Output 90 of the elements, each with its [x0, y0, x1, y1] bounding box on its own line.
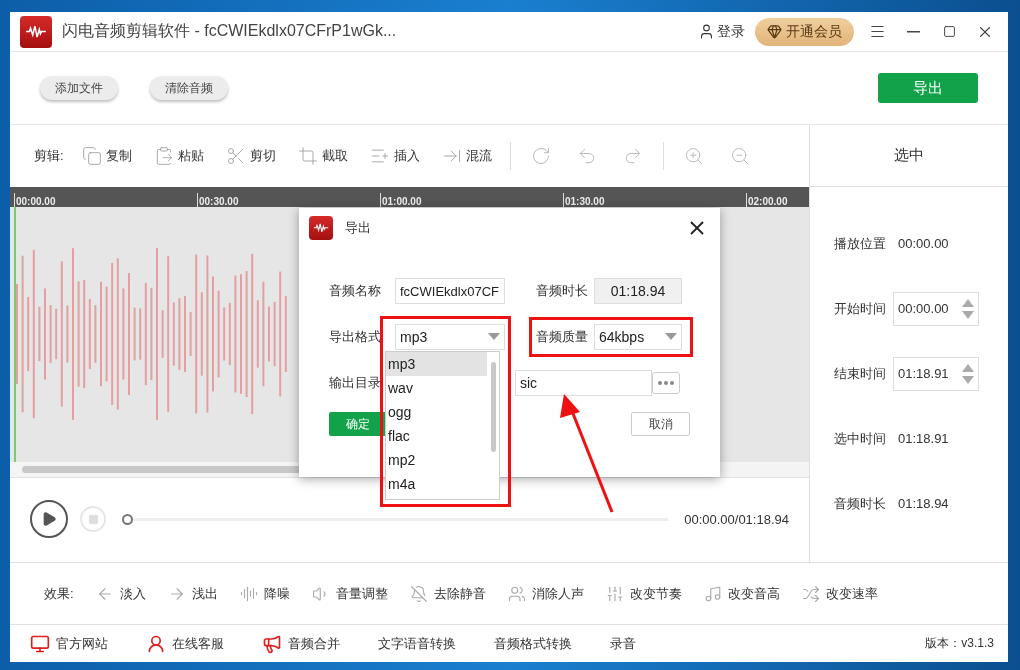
- quality-select[interactable]: 64kbps: [594, 324, 682, 350]
- stop-button[interactable]: [80, 506, 106, 532]
- dropdown-option[interactable]: mp2: [386, 448, 487, 472]
- edit-label: 剪辑:: [34, 147, 64, 165]
- stop-icon: [87, 513, 99, 525]
- browse-button[interactable]: [652, 372, 680, 394]
- bell-off-icon: [409, 584, 428, 603]
- minimize-icon: [906, 30, 920, 33]
- dropdown-option[interactable]: flac: [386, 424, 487, 448]
- edit-tool[interactable]: 混流: [437, 146, 496, 166]
- effect-button[interactable]: 淡入: [95, 584, 146, 603]
- dropdown-option[interactable]: m4a: [386, 472, 487, 496]
- field-label: 音频时长: [536, 282, 589, 300]
- footer-link[interactable]: 在线客服: [146, 633, 224, 654]
- toolbar-button[interactable]: 清除音频: [150, 76, 228, 100]
- edit-tool[interactable]: 插入: [365, 146, 424, 166]
- shuffle-icon: [801, 584, 820, 603]
- scissors-icon: [225, 146, 246, 166]
- edit-tool[interactable]: 粘贴: [149, 146, 208, 166]
- dropdown-option[interactable]: mp3: [386, 352, 487, 376]
- field-value: 01:18.94: [898, 496, 949, 511]
- up-triangle-icon[interactable]: [962, 298, 974, 307]
- progress-thumb[interactable]: [122, 513, 133, 525]
- time-spinbox[interactable]: 01:18.91: [893, 356, 979, 391]
- monitor-icon: [30, 633, 50, 654]
- dropdown-option[interactable]: wav: [386, 376, 487, 400]
- version-text: 版本：v3.1.3: [925, 635, 994, 652]
- maximize-icon: [942, 25, 956, 38]
- window-title: 闪电音频剪辑软件 - fcCWIEkdlx07CFrP1wGk...: [62, 21, 398, 41]
- login-button[interactable]: 登录: [698, 22, 745, 41]
- down-triangle-icon[interactable]: [962, 375, 974, 384]
- effect-button[interactable]: 改变节奏: [605, 584, 682, 603]
- duration-field: 01:18.94: [594, 278, 682, 304]
- dropdown-option[interactable]: ogg: [386, 400, 487, 424]
- dropdown-triangle-icon: [665, 333, 677, 341]
- effect-button[interactable]: 消除人声: [507, 584, 584, 603]
- field-label: 选中时间: [834, 429, 886, 448]
- more-dots-icon: [658, 381, 674, 385]
- sound-wave-icon: [239, 584, 258, 603]
- field-label: 音频质量: [536, 328, 589, 346]
- field-label: 音频时长: [834, 494, 886, 513]
- effect-button[interactable]: 浅出: [167, 584, 218, 603]
- music-note-icon: [703, 584, 722, 603]
- app-logo-icon: [309, 216, 333, 240]
- field-label: 播放位置: [834, 234, 886, 253]
- selection-title: 选中: [810, 125, 1008, 187]
- footer-link[interactable]: 官方网站: [30, 633, 108, 654]
- effect-button[interactable]: 改变速率: [801, 584, 878, 603]
- edit-tool[interactable]: 复制: [77, 146, 136, 166]
- input-field[interactable]: fcCWIEkdlx07CF: [395, 278, 505, 304]
- person-icon: [146, 633, 166, 654]
- up-triangle-icon[interactable]: [962, 363, 974, 372]
- field-label: 结束时间: [834, 364, 886, 383]
- footer-link[interactable]: 音频格式转换: [494, 634, 572, 653]
- people-icon: [507, 584, 526, 603]
- app-logo-icon: [20, 15, 52, 48]
- person-icon: [698, 23, 715, 40]
- cancel-button[interactable]: 取消: [631, 412, 690, 436]
- diamond-icon: [767, 24, 782, 39]
- vip-button[interactable]: 开通会员: [755, 17, 854, 46]
- field-value: 00:00.00: [898, 236, 949, 251]
- footer-link[interactable]: 录音: [610, 634, 636, 653]
- down-triangle-icon[interactable]: [962, 310, 974, 319]
- field-label: 开始时间: [834, 299, 886, 318]
- play-icon: [41, 511, 57, 527]
- footer-link[interactable]: 文字语音转换: [378, 634, 456, 653]
- effect-button[interactable]: 降噪: [239, 584, 290, 603]
- edit-tool[interactable]: 截取: [293, 146, 352, 166]
- copy-icon: [81, 146, 102, 166]
- field-value: 01:18.91: [898, 431, 949, 446]
- edit-tool[interactable]: 剪切: [221, 146, 280, 166]
- footer-link[interactable]: 音频合并: [262, 633, 340, 654]
- effects-label: 效果:: [44, 584, 74, 603]
- field-label: 音频名称: [329, 282, 382, 300]
- format-select[interactable]: mp3: [395, 324, 505, 350]
- dialog-title: 导出: [345, 219, 371, 237]
- playback-time: 00:00.00/01:18.94: [684, 511, 789, 527]
- field-label: 导出格式: [329, 328, 382, 346]
- dropdown-triangle-icon: [488, 333, 500, 341]
- sliders-icon: [605, 584, 624, 603]
- effect-button[interactable]: 音量调整: [311, 584, 388, 603]
- effect-button[interactable]: 改变音高: [703, 584, 780, 603]
- toolbar-button[interactable]: 添加文件: [40, 76, 118, 100]
- crop-icon: [297, 146, 318, 166]
- megaphone-icon: [262, 633, 282, 654]
- effect-button[interactable]: 去除静音: [409, 584, 486, 603]
- input-field[interactable]: sic: [515, 370, 652, 396]
- menu-icon: [868, 23, 886, 40]
- time-spinbox[interactable]: 00:00.00: [893, 291, 979, 326]
- play-button[interactable]: [30, 500, 68, 538]
